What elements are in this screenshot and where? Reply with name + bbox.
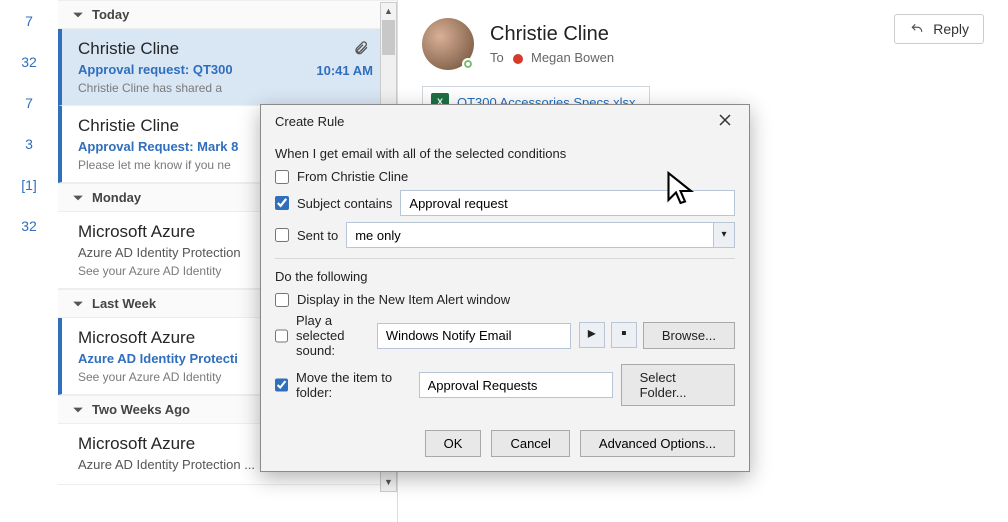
chevron-down-icon: [72, 9, 84, 21]
message-subject: Approval Request: Mark 8: [78, 139, 238, 154]
conditions-heading: When I get email with all of the selecte…: [275, 146, 735, 161]
folder-count[interactable]: 32: [0, 211, 58, 252]
move-folder-label: Move the item to folder:: [296, 370, 411, 400]
folder-counts-column: 7 32 7 3 [1] 32: [0, 0, 58, 522]
group-label: Two Weeks Ago: [92, 402, 190, 417]
play-sound-checkbox[interactable]: [275, 329, 288, 343]
folder-count[interactable]: 7: [0, 6, 58, 47]
message-subject: Azure AD Identity Protecti: [78, 351, 238, 366]
play-sound-button[interactable]: ▸: [579, 322, 605, 348]
scroll-thumb[interactable]: [382, 20, 395, 55]
message-subject: Azure AD Identity Protection: [78, 245, 241, 260]
from-label: From Christie Cline: [297, 169, 408, 184]
do-following-heading: Do the following: [275, 269, 735, 284]
folder-count[interactable]: 7: [0, 88, 58, 129]
stop-sound-button[interactable]: ▪: [611, 322, 637, 348]
select-folder-button[interactable]: Select Folder...: [621, 364, 735, 406]
ok-button[interactable]: OK: [425, 430, 482, 457]
group-label: Last Week: [92, 296, 156, 311]
play-sound-label: Play a selected sound:: [296, 313, 369, 358]
folder-count[interactable]: [1]: [0, 170, 58, 211]
sent-to-label: Sent to: [297, 228, 338, 243]
chevron-down-icon: [72, 192, 84, 204]
subject-contains-checkbox[interactable]: [275, 196, 289, 210]
message-item[interactable]: Christie Cline Approval request: QT300 1…: [58, 29, 397, 106]
target-folder-input[interactable]: [419, 372, 613, 398]
sound-file-input[interactable]: [377, 323, 571, 349]
recipient-name: Megan Bowen: [531, 50, 614, 65]
subject-contains-input[interactable]: [400, 190, 735, 216]
chevron-down-icon: [72, 298, 84, 310]
to-label: To: [490, 50, 504, 65]
message-from: Christie Cline: [78, 39, 379, 59]
sent-to-combo[interactable]: [346, 222, 713, 248]
scroll-up-button[interactable]: ▲: [381, 3, 396, 20]
sent-to-checkbox[interactable]: [275, 228, 289, 242]
from-checkbox[interactable]: [275, 170, 289, 184]
sender-name: Christie Cline: [490, 23, 614, 46]
display-alert-label: Display in the New Item Alert window: [297, 292, 510, 307]
sent-to-dropdown-button[interactable]: ▾: [713, 222, 735, 248]
reply-arrow-icon: [909, 22, 925, 36]
recipient-line: To Megan Bowen: [490, 50, 614, 65]
subject-contains-label: Subject contains: [297, 196, 392, 211]
message-preview: Christie Cline has shared a: [78, 81, 379, 95]
cancel-button[interactable]: Cancel: [491, 430, 569, 457]
attachment-icon: [353, 39, 369, 62]
browse-sound-button[interactable]: Browse...: [643, 322, 735, 349]
group-label: Monday: [92, 190, 141, 205]
dialog-title: Create Rule: [275, 114, 344, 129]
presence-indicator: [462, 58, 474, 70]
scroll-down-button[interactable]: ▼: [381, 474, 396, 491]
folder-count[interactable]: 3: [0, 129, 58, 170]
close-icon: [719, 114, 731, 126]
group-label: Today: [92, 7, 129, 22]
message-subject: Approval request: QT300: [78, 62, 233, 77]
reply-button[interactable]: Reply: [894, 14, 984, 44]
create-rule-dialog: Create Rule When I get email with all of…: [260, 104, 750, 472]
folder-count[interactable]: 32: [0, 47, 58, 88]
avatar: [422, 18, 474, 70]
chevron-down-icon: [72, 404, 84, 416]
display-alert-checkbox[interactable]: [275, 293, 289, 307]
message-subject: Azure AD Identity Protection ...: [78, 457, 255, 472]
advanced-options-button[interactable]: Advanced Options...: [580, 430, 735, 457]
move-folder-checkbox[interactable]: [275, 378, 288, 392]
reply-label: Reply: [933, 21, 969, 37]
close-button[interactable]: [711, 113, 739, 130]
message-time: 10:41 AM: [316, 63, 373, 78]
presence-dot-icon: [513, 54, 523, 64]
group-header-today[interactable]: Today: [58, 0, 397, 29]
divider: [275, 258, 735, 259]
